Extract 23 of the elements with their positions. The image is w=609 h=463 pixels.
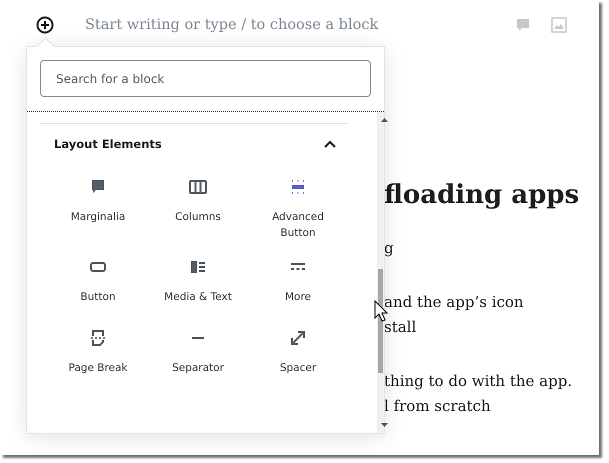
columns-icon — [188, 177, 208, 197]
body-text: stall — [384, 317, 418, 338]
block-item[interactable]: Marginalia — [70, 177, 126, 225]
editor-input-field[interactable]: Start writing or type / to choose a block — [85, 17, 385, 33]
block-item[interactable]: Separator — [172, 328, 224, 376]
add-block-icon[interactable] — [36, 16, 54, 34]
block-item[interactable]: Advanced Button — [262, 177, 334, 241]
block-item[interactable]: Button — [80, 257, 116, 305]
chevron-icon — [324, 140, 336, 148]
body-text: and the app’s icon — [384, 292, 525, 313]
separator-icon — [192, 337, 204, 339]
section-toggle[interactable]: Layout Elements — [40, 124, 348, 151]
block-item[interactable]: More — [284, 257, 312, 305]
block-item[interactable]: Columns — [175, 177, 221, 225]
post-heading: floading apps — [384, 180, 580, 210]
body-text: g — [384, 238, 395, 259]
page-break-icon — [88, 328, 108, 348]
body-text: thing to do with the app. — [384, 371, 574, 392]
search-field[interactable]: Search for a block — [40, 60, 371, 97]
block-item[interactable]: Page Break — [68, 328, 128, 376]
block-item[interactable]: Media & Text — [164, 257, 232, 305]
body-text: l from scratch — [384, 396, 492, 417]
block-item[interactable]: Spacer — [280, 328, 316, 376]
